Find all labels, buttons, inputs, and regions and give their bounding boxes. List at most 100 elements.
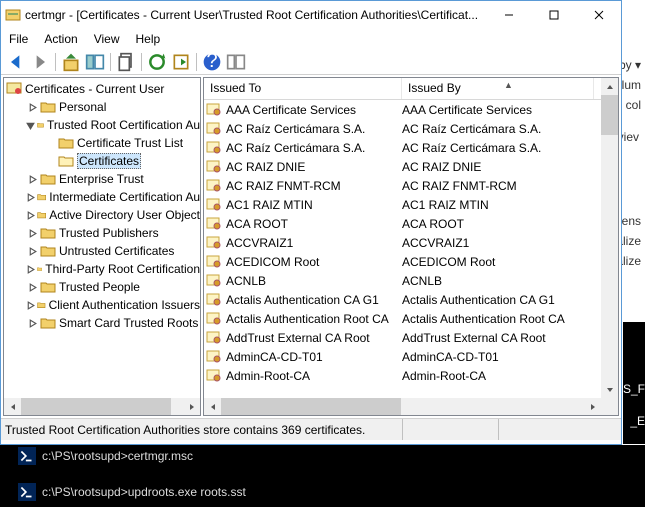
close-button[interactable] [576,1,621,29]
tree-item[interactable]: Intermediate Certification Au [4,188,200,206]
list-row[interactable]: Actalis Authentication CA G1 Actalis Aut… [204,290,618,309]
cell-issued-by: ACNLB [402,274,594,288]
list-header: Issued To Issued By ▲ [204,78,618,100]
list-row[interactable]: ACEDICOM Root ACEDICOM Root [204,252,618,271]
folder-icon [40,244,56,258]
help-button[interactable]: ? [201,51,223,73]
expand-icon[interactable] [26,101,38,113]
list-row[interactable]: Admin-Root-CA Admin-Root-CA [204,366,618,385]
tree-item[interactable]: Certificates [4,152,200,170]
scroll-right-button[interactable] [584,398,601,415]
list-row[interactable]: AC RAIZ FNMT-RCM AC RAIZ FNMT-RCM [204,176,618,195]
tree-label: Enterprise Trust [59,172,144,186]
tree-item[interactable]: Personal [4,98,200,116]
tree-item[interactable]: Enterprise Trust [4,170,200,188]
list-row[interactable]: AdminCA-CD-T01 AdminCA-CD-T01 [204,347,618,366]
scroll-thumb[interactable] [601,95,618,135]
list-row[interactable]: Actalis Authentication Root CA Actalis A… [204,309,618,328]
certificate-icon [206,103,222,117]
tree-label: Certificate Trust List [77,136,183,150]
tree-label: Certificates [77,153,141,169]
column-issued-by[interactable]: Issued By [402,78,594,99]
tree-item[interactable]: Trusted Publishers [4,224,200,242]
column-issued-to[interactable]: Issued To [204,78,402,99]
show-hide-tree-button[interactable] [84,51,106,73]
expand-icon[interactable] [26,317,38,329]
tree-item[interactable]: Third-Party Root Certification [4,260,200,278]
list-row[interactable]: AC Raíz Certicámara S.A. AC Raíz Certicá… [204,119,618,138]
tree-pane: Certificates - Current User Personal Tru… [3,77,201,416]
menu-help[interactable]: Help [136,32,161,46]
tree-label: Active Directory User Object [49,208,200,222]
tree-label: Certificates - Current User [25,82,164,96]
expand-icon[interactable] [26,173,38,185]
tree-item[interactable]: Smart Card Trusted Roots [4,314,200,332]
vertical-scrollbar[interactable] [601,78,618,398]
powershell-console[interactable]: c:\PS\rootsupd> certmgr.msc c:\PS\rootsu… [0,445,645,507]
expand-icon[interactable] [26,191,35,203]
horizontal-scrollbar[interactable] [4,398,200,415]
cell-issued-by: AC RAIZ FNMT-RCM [402,179,594,193]
menu-action[interactable]: Action [44,32,77,46]
tree-item[interactable]: Trusted People [4,278,200,296]
list-pane: Issued To Issued By ▲ AAA Certificate Se… [203,77,619,416]
folder-icon [58,154,74,168]
tree-item[interactable]: Certificate Trust List [4,134,200,152]
forward-button[interactable] [29,51,51,73]
scroll-left-button[interactable] [204,398,221,415]
scroll-thumb[interactable] [21,398,171,415]
cell-issued-by: AdminCA-CD-T01 [402,350,594,364]
refresh-button[interactable] [146,51,168,73]
back-button[interactable] [5,51,27,73]
up-button[interactable] [60,51,82,73]
list-row[interactable]: AC1 RAIZ MTIN AC1 RAIZ MTIN [204,195,618,214]
list-row[interactable]: AC RAIZ DNIE AC RAIZ DNIE [204,157,618,176]
list-row[interactable]: AAA Certificate Services AAA Certificate… [204,100,618,119]
properties-button[interactable] [225,51,247,73]
export-button[interactable] [170,51,192,73]
folder-icon [40,172,56,186]
cell-issued-to: AC RAIZ DNIE [226,160,402,174]
list-row[interactable]: ACCVRAIZ1 ACCVRAIZ1 [204,233,618,252]
cell-issued-by: AAA Certificate Services [402,103,594,117]
scroll-up-button[interactable] [601,78,618,95]
powershell-icon [18,447,36,465]
expand-icon[interactable] [26,281,38,293]
menu-file[interactable]: File [9,32,28,46]
status-text: Trusted Root Certification Authorities s… [5,423,365,437]
scroll-left-button[interactable] [4,398,21,415]
cell-issued-to: Admin-Root-CA [226,369,402,383]
titlebar[interactable]: certmgr - [Certificates - Current User\T… [1,1,621,29]
cell-issued-to: AC RAIZ FNMT-RCM [226,179,402,193]
tree-item[interactable]: Untrusted Certificates [4,242,200,260]
copy-button[interactable] [115,51,137,73]
tree-item[interactable]: Trusted Root Certification Au [4,116,200,134]
expand-icon[interactable] [26,299,35,311]
tree-label: Trusted People [59,280,140,294]
scroll-right-button[interactable] [183,398,200,415]
tree-root[interactable]: Certificates - Current User [4,80,200,98]
minimize-button[interactable] [486,1,531,29]
list-row[interactable]: ACNLB ACNLB [204,271,618,290]
collapse-icon[interactable] [26,119,35,131]
list-row[interactable]: ACA ROOT ACA ROOT [204,214,618,233]
list-row[interactable]: AddTrust External CA Root AddTrust Exter… [204,328,618,347]
expand-icon[interactable] [26,209,35,221]
tree-label: Untrusted Certificates [59,244,174,258]
menu-view[interactable]: View [94,32,120,46]
list-row[interactable]: AC Raíz Certicámara S.A. AC Raíz Certicá… [204,138,618,157]
expand-icon[interactable] [26,227,38,239]
tree-item[interactable]: Active Directory User Object [4,206,200,224]
expand-icon[interactable] [26,263,35,275]
horizontal-scrollbar[interactable] [204,398,601,415]
expand-icon[interactable] [26,245,38,257]
cell-issued-by: Actalis Authentication Root CA [402,312,594,326]
scroll-thumb[interactable] [221,398,401,415]
folder-icon [40,226,56,240]
certificate-icon [206,312,222,326]
maximize-button[interactable] [531,1,576,29]
scroll-down-button[interactable] [601,381,618,398]
window-title: certmgr - [Certificates - Current User\T… [25,8,486,22]
cell-issued-by: ACEDICOM Root [402,255,594,269]
tree-item[interactable]: Client Authentication Issuers [4,296,200,314]
